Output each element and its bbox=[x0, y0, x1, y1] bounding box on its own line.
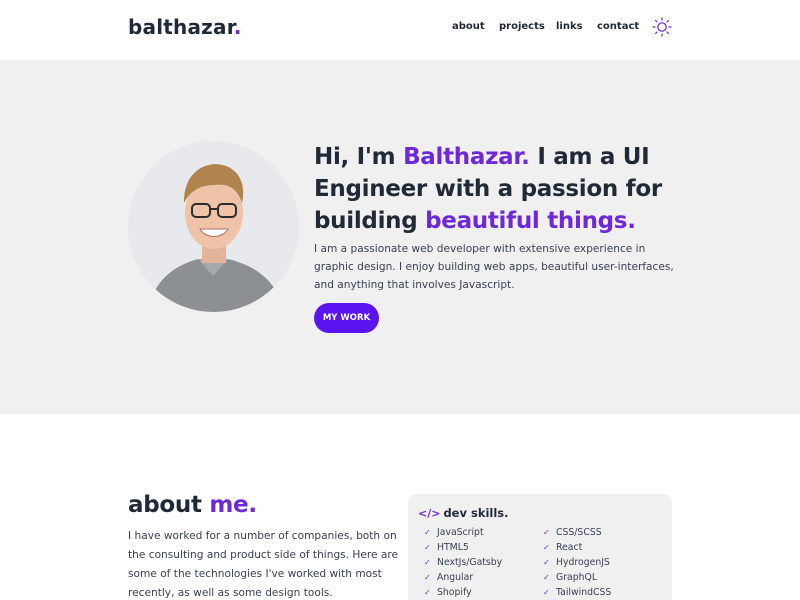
check-icon: ✓ bbox=[543, 543, 550, 552]
my-work-button[interactable]: MY WORK bbox=[314, 303, 379, 333]
skill-item: ✓ React bbox=[543, 542, 583, 553]
site-header: balthazar. about projects links contact bbox=[0, 0, 800, 60]
check-icon: ✓ bbox=[424, 588, 431, 597]
avatar bbox=[128, 141, 299, 312]
check-icon: ✓ bbox=[543, 558, 550, 567]
hero-section bbox=[0, 60, 800, 414]
nav-projects[interactable]: projects bbox=[499, 21, 545, 32]
nav-about[interactable]: about bbox=[452, 21, 485, 32]
check-icon: ✓ bbox=[543, 573, 550, 582]
main-nav: about projects links contact bbox=[0, 21, 800, 37]
hero-title: Hi, I'm Balthazar. I am a UI Engineer wi… bbox=[314, 141, 674, 237]
skill-item: ✓ CSS/SCSS bbox=[543, 527, 602, 538]
nav-links[interactable]: links bbox=[556, 21, 583, 32]
skill-item: ✓ TailwindCSS bbox=[543, 587, 612, 598]
skills-title-text: dev skills. bbox=[443, 506, 509, 520]
check-icon: ✓ bbox=[543, 528, 550, 537]
code-icon: </> bbox=[418, 507, 441, 520]
skill-item: ✓ JavaScript bbox=[424, 527, 484, 538]
about-title-accent: me. bbox=[209, 492, 257, 518]
skill-item: ✓ Shopify bbox=[424, 587, 472, 598]
check-icon: ✓ bbox=[424, 573, 431, 582]
hero-title-highlight: beautiful things. bbox=[425, 208, 636, 234]
skills-title: </> dev skills. bbox=[418, 506, 509, 520]
about-title-word: about bbox=[128, 492, 210, 518]
skill-item: ✓ Angular bbox=[424, 572, 474, 583]
about-title: about me. bbox=[128, 492, 257, 518]
check-icon: ✓ bbox=[424, 543, 431, 552]
hero-title-name: Balthazar. bbox=[403, 144, 530, 170]
check-icon: ✓ bbox=[424, 558, 431, 567]
skill-item: ✓ HTML5 bbox=[424, 542, 469, 553]
skills-column-1: ✓ JavaScript ✓ HTML5 ✓ NextJs/Gatsby ✓ Angul… bbox=[424, 525, 544, 600]
skill-item: ✓ GraphQL bbox=[543, 572, 598, 583]
dev-skills-card: </> dev skills. ✓ JavaScript ✓ HTML5 ✓ NextJ… bbox=[408, 494, 672, 600]
hero-title-intro: Hi, I'm bbox=[314, 144, 404, 170]
skills-column-2: ✓ CSS/SCSS ✓ React ✓ HydrogenJS ✓ GraphQL ✓ T… bbox=[543, 525, 663, 600]
hero-description: I am a passionate web developer with ext… bbox=[314, 243, 674, 291]
skill-item: ✓ HydrogenJS bbox=[543, 557, 610, 568]
skill-item: ✓ NextJs/Gatsby bbox=[424, 557, 503, 568]
nav-contact[interactable]: contact bbox=[597, 21, 639, 32]
check-icon: ✓ bbox=[424, 528, 431, 537]
about-text: I have worked for a number of companies,… bbox=[128, 530, 399, 599]
check-icon: ✓ bbox=[543, 588, 550, 597]
sun-icon[interactable] bbox=[652, 17, 672, 37]
portrait-photo bbox=[128, 141, 299, 312]
